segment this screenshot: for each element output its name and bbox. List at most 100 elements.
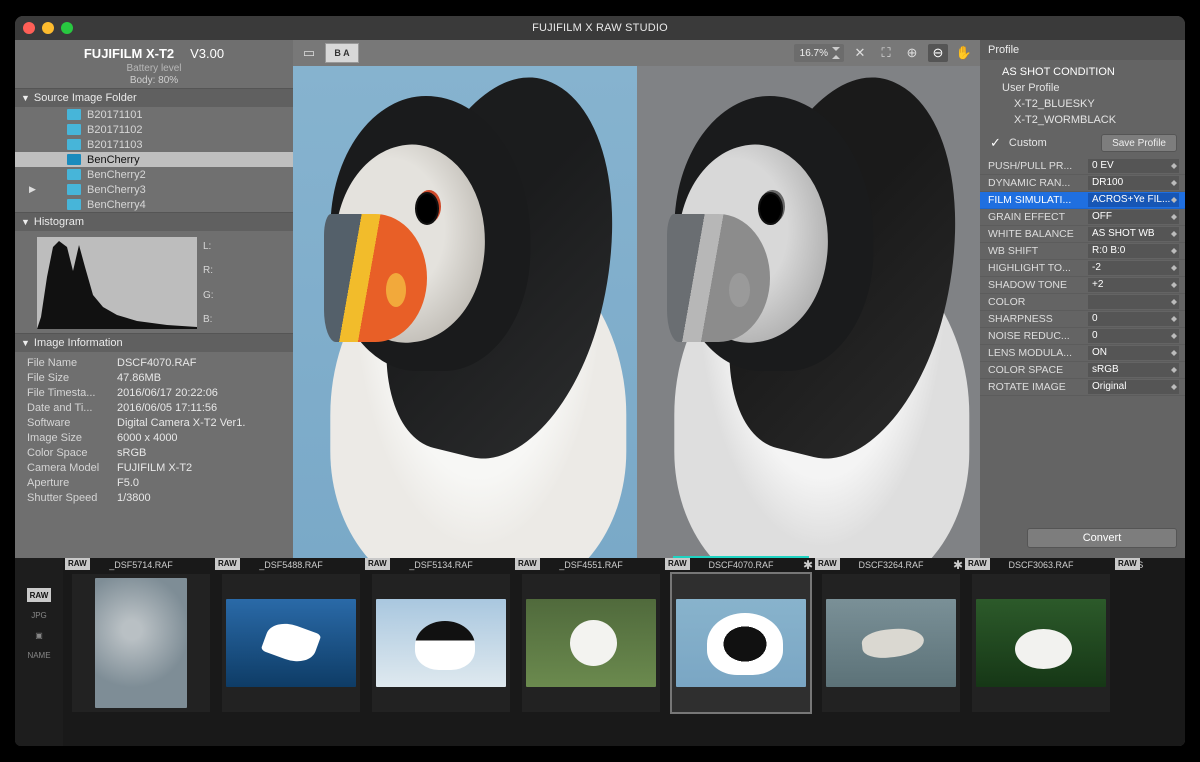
folder-item[interactable]: B20171103 <box>15 137 293 152</box>
filter-camera-icon[interactable]: ▣ <box>35 628 43 642</box>
thumbnail-image[interactable] <box>222 574 360 712</box>
zoom-in-icon[interactable]: ⊕ <box>902 44 922 62</box>
setting-value-dropdown[interactable]: -2 <box>1088 261 1179 275</box>
thumbnail-image[interactable] <box>972 574 1110 712</box>
window-minimize-button[interactable] <box>42 22 54 34</box>
info-key: Image Size <box>27 431 109 446</box>
raw-badge: RAW <box>515 558 540 570</box>
custom-label[interactable]: Custom <box>1009 137 1047 149</box>
histogram-panel: L: R: G: B: <box>15 231 293 333</box>
right-panel: Profile AS SHOT CONDITION User Profile X… <box>980 40 1185 558</box>
info-key: Color Space <box>27 446 109 461</box>
setting-row[interactable]: WB SHIFTR:0 B:0 <box>980 243 1185 260</box>
setting-row[interactable]: WHITE BALANCEAS SHOT WB <box>980 226 1185 243</box>
folder-item[interactable]: BenCherry <box>15 152 293 167</box>
thumbnail[interactable]: RAW_DSF5488.RAF <box>217 558 365 712</box>
after-pane[interactable]: AFTER <box>637 66 981 558</box>
image-info-header[interactable]: Image Information <box>15 333 293 352</box>
thumbnail-image[interactable] <box>672 574 810 712</box>
setting-value-dropdown[interactable]: R:0 B:0 <box>1088 244 1179 258</box>
info-value: FUJIFILM X-T2 <box>117 461 192 476</box>
crop-icon[interactable]: ✕ <box>850 44 870 62</box>
histogram-header[interactable]: Histogram <box>15 212 293 231</box>
folder-item[interactable]: B20171102 <box>15 122 293 137</box>
before-after-toggle[interactable]: B A <box>325 43 359 63</box>
folder-item[interactable]: B20171101 <box>15 107 293 122</box>
thumbnail[interactable]: RAWDSCF3264.RAF✱ <box>817 558 965 712</box>
thumbnail[interactable]: RAW_DSF4551.RAF <box>517 558 665 712</box>
profile-item[interactable]: X-T2_WORMBLACK <box>994 112 1185 128</box>
save-profile-button[interactable]: Save Profile <box>1101 134 1177 152</box>
setting-row[interactable]: GRAIN EFFECT OFF <box>980 209 1185 226</box>
setting-row[interactable]: ROTATE IMAGE Original <box>980 379 1185 396</box>
profile-as-shot[interactable]: AS SHOT CONDITION <box>994 64 1185 80</box>
window-close-button[interactable] <box>23 22 35 34</box>
setting-row[interactable]: COLOR <box>980 294 1185 311</box>
folder-item[interactable]: BenCherry4 <box>15 197 293 212</box>
window-zoom-button[interactable] <box>61 22 73 34</box>
filter-name-badge[interactable]: NAME <box>27 648 50 662</box>
zoom-dropdown[interactable]: 16.7% <box>794 44 844 62</box>
folder-icon <box>67 154 81 165</box>
thumbnail[interactable]: RAWDSCF3063.RAF <box>967 558 1115 712</box>
zoom-out-icon[interactable]: ⊖ <box>928 44 948 62</box>
info-key: Date and Ti... <box>27 401 109 416</box>
setting-key: HIGHLIGHT TO... <box>988 262 1084 274</box>
thumbnail[interactable]: RAWDSCF4070.RAF✱ <box>667 558 815 712</box>
disclosure-icon <box>21 337 30 349</box>
setting-row[interactable]: SHADOW TONE+2 <box>980 277 1185 294</box>
filter-jpg-badge[interactable]: JPG <box>31 608 47 622</box>
thumbnail[interactable]: RAW_DSF5134.RAF <box>367 558 515 712</box>
thumbnail-image[interactable] <box>72 574 210 712</box>
thumbnail[interactable]: RAW_DSF5714.RAF <box>67 558 215 712</box>
preview-toolbar: ▭ B A 16.7% ✕ ⛶ ⊕ ⊖ ✋ <box>293 40 980 66</box>
filter-raw-badge[interactable]: RAW <box>27 588 52 602</box>
pan-hand-icon[interactable]: ✋ <box>954 44 974 62</box>
folder-item[interactable]: ▶BenCherry3 <box>15 182 293 197</box>
setting-value-dropdown[interactable]: OFF <box>1088 210 1179 224</box>
before-pane[interactable]: BEFORE <box>293 66 637 558</box>
setting-key: ROTATE IMAGE <box>988 381 1084 393</box>
folder-item[interactable]: BenCherry2 <box>15 167 293 182</box>
setting-key: PUSH/PULL PR... <box>988 160 1084 172</box>
fit-icon[interactable]: ⛶ <box>876 44 896 62</box>
setting-value-dropdown[interactable]: DR100 <box>1088 176 1179 190</box>
setting-row[interactable]: DYNAMIC RAN...DR100 <box>980 175 1185 192</box>
thumbnail-image[interactable] <box>372 574 510 712</box>
setting-value-dropdown[interactable] <box>1088 295 1179 309</box>
convert-button[interactable]: Convert <box>1027 528 1177 548</box>
folder-icon <box>67 139 81 150</box>
histogram[interactable] <box>37 237 197 329</box>
setting-value-dropdown[interactable]: Original <box>1088 380 1179 394</box>
setting-value-dropdown[interactable]: +2 <box>1088 278 1179 292</box>
setting-row[interactable]: SHARPNESS 0 <box>980 311 1185 328</box>
setting-row[interactable]: HIGHLIGHT TO... -2 <box>980 260 1185 277</box>
thumbnail-image[interactable] <box>822 574 960 712</box>
thumbnail-strip[interactable]: RAW_DSF5714.RAFRAW_DSF5488.RAFRAW_DSF513… <box>63 558 1185 746</box>
setting-value-dropdown[interactable]: ON <box>1088 346 1179 360</box>
setting-value-dropdown[interactable]: 0 EV <box>1088 159 1179 173</box>
setting-row[interactable]: COLOR SPACE sRGB <box>980 362 1185 379</box>
thumbnail-image[interactable] <box>522 574 660 712</box>
setting-key: GRAIN EFFECT <box>988 211 1084 223</box>
app-title: FUJIFILM X RAW STUDIO <box>532 22 668 34</box>
setting-value-dropdown[interactable]: sRGB <box>1088 363 1179 377</box>
setting-key: SHARPNESS <box>988 313 1084 325</box>
filmstrip: RAW JPG ▣ NAME RAW_DSF5714.RAFRAW_DSF548… <box>15 558 1185 746</box>
setting-row[interactable]: FILM SIMULATI...ACROS+Ye FIL... <box>980 192 1185 209</box>
setting-value-dropdown[interactable]: AS SHOT WB <box>1088 227 1179 241</box>
setting-row[interactable]: PUSH/PULL PR... 0 EV <box>980 158 1185 175</box>
setting-value-dropdown[interactable]: 0 <box>1088 329 1179 343</box>
setting-key: COLOR SPACE <box>988 364 1084 376</box>
setting-value-dropdown[interactable]: ACROS+Ye FIL... <box>1088 193 1179 207</box>
setting-row[interactable]: NOISE REDUC...0 <box>980 328 1185 345</box>
setting-value-dropdown[interactable]: 0 <box>1088 312 1179 326</box>
compare-view[interactable]: BEFORE AFTER <box>293 66 980 558</box>
info-key: Software <box>27 416 109 431</box>
single-view-button[interactable]: ▭ <box>299 44 319 62</box>
info-row: File Size47.86MB <box>27 371 285 386</box>
folder-icon <box>67 124 81 135</box>
profile-item[interactable]: X-T2_BLUESKY <box>994 96 1185 112</box>
source-folder-header[interactable]: Source Image Folder <box>15 88 293 107</box>
setting-row[interactable]: LENS MODULA...ON <box>980 345 1185 362</box>
